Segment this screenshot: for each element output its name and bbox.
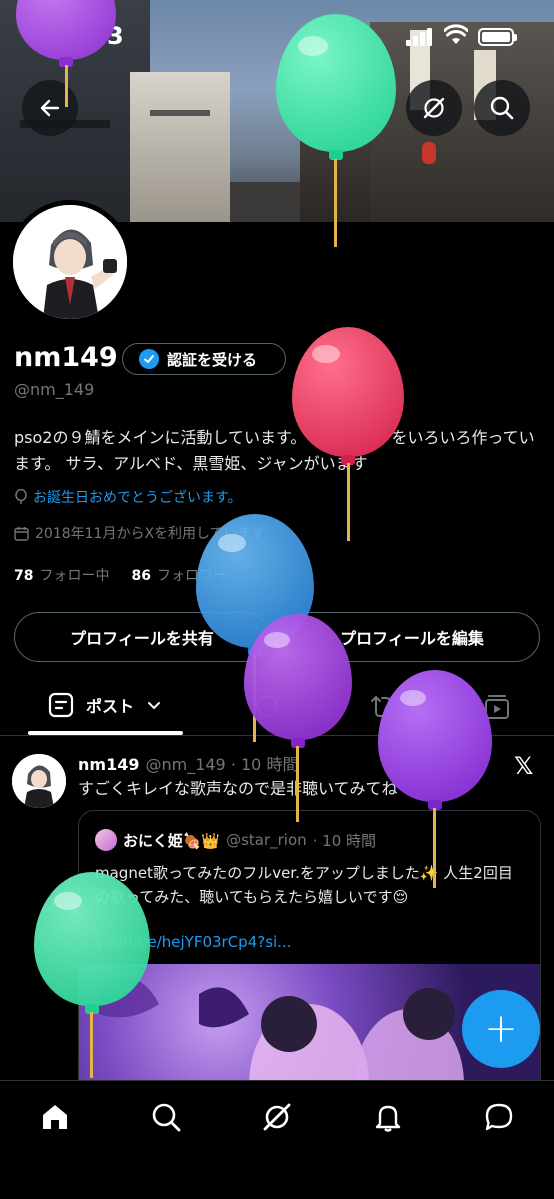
verified-badge-icon [139,349,159,369]
quote-author-name: おにく姫🍖👑 [123,831,221,850]
following-label: フォロー中 [39,568,110,584]
following-link[interactable]: 78 フォロー中 [14,568,109,584]
bell-icon [375,1105,401,1132]
avatar-image [13,205,127,319]
get-verified-button[interactable]: 認証を受ける [122,343,286,375]
search-icon [490,96,514,120]
following-count: 78 [14,568,34,584]
birthday-text: お誕生日おめでとうございます。 [33,490,242,506]
quote-text: magnet歌ってみたのフルver.をアップしました✨ 人生2回目の歌ってみた、… [95,864,513,906]
chevron-down-icon [148,702,161,710]
wifi-icon [444,24,468,44]
tab-reposts-icon[interactable] [366,692,400,722]
nav-grok[interactable] [259,1099,295,1135]
nav-home[interactable] [37,1099,73,1135]
quote-link[interactable]: youtube/hejYF03rCp4?si... [95,933,292,951]
quote-header: おにく姫🍖👑 @star_rion · 10 時間 [95,829,376,851]
grok-icon [263,1103,291,1131]
home-icon [43,1105,67,1129]
followers-count: 86 [131,568,151,584]
grok-button[interactable] [406,80,462,136]
share-profile-button[interactable]: プロフィールを共有 [14,612,270,662]
followers-label: フォロワー [156,568,227,584]
quoted-tweet[interactable]: おにく姫🍖👑 @star_rion · 10 時間 magnet歌ってみたのフル… [78,810,541,1100]
tab-posts-label: ポスト [86,697,135,716]
balloon-icon [15,489,27,504]
profile-bio: pso2の９鯖をメインに活動しています。 再現キャラをいろいろ作っています。 サ… [14,428,535,473]
profile-handle: @nm_149 [14,380,95,399]
compose-post-button[interactable]: + [462,990,540,1068]
nav-messages[interactable] [481,1099,517,1135]
x-logo-icon: 𝕏 [514,752,534,780]
signal-icon [406,28,434,46]
tab-active-indicator [28,731,183,735]
banner-building [230,182,310,222]
battery-icon [478,28,517,46]
calendar-icon [14,526,29,541]
tweet-header: nm149 @nm_149 · 10 時間 [78,751,298,775]
tab-media-icon[interactable] [482,692,512,722]
lantern [422,142,436,164]
search-icon [152,1103,181,1132]
status-bar: 6:03 [0,0,554,70]
profile-name: nm149 [14,342,118,373]
quote-author-handle: @star_rion [226,831,307,849]
back-button[interactable] [22,80,78,136]
arrow-left-icon [40,99,60,117]
joined-text: 2018年11月からXを利用しています [35,526,266,542]
get-verified-label: 認証を受ける [167,350,258,369]
tab-replies-icon[interactable] [252,692,282,722]
tweet-time: · 10 時間 [230,755,299,774]
quote-avatar [95,829,117,851]
tweet-author-handle: @nm_149 [145,755,226,774]
message-icon [485,1103,513,1131]
post-icon [48,692,74,718]
tab-posts[interactable]: ポスト [48,692,162,718]
followers-link[interactable]: 86 フォロワー [131,568,226,584]
search-button[interactable] [474,80,530,136]
profile-tabs: ポスト [0,676,554,736]
edit-profile-button[interactable]: プロフィールを編集 [284,612,540,662]
banner-building [130,72,230,222]
profile-avatar[interactable] [8,200,132,324]
tweet-avatar[interactable] [12,754,66,808]
birthday-row: お誕生日おめでとうございます。 [14,487,242,507]
nav-notifications[interactable] [370,1099,406,1135]
status-time: 6:03 [64,22,124,50]
joined-row: 2018年11月からXを利用しています [14,523,266,543]
quote-time: · 10 時間 [312,831,377,850]
tweet-text: すごくキレイな歌声なので是非聴いてみてね [78,779,398,798]
nav-search[interactable] [148,1099,184,1135]
grok-icon [423,97,445,119]
bottom-nav [0,1080,554,1199]
follow-stats: 78 フォロー中 86 フォロワー [14,565,227,585]
tweet-author-name[interactable]: nm149 [78,755,139,774]
